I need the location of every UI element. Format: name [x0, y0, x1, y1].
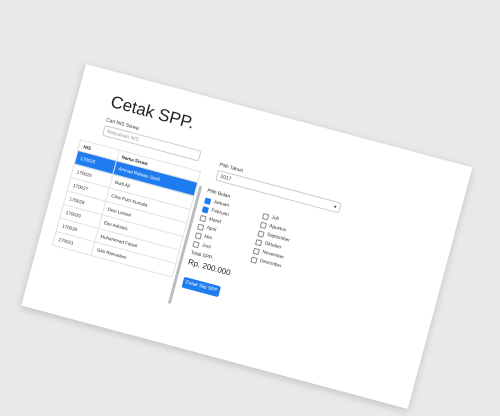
checkbox-icon[interactable]	[192, 240, 200, 248]
checkbox-icon[interactable]	[250, 255, 258, 264]
month-column-2: Juli Agustus September Oktober November Desem…	[250, 211, 295, 272]
checkbox-icon[interactable]	[201, 205, 210, 214]
checkbox-icon[interactable]	[199, 214, 207, 222]
print-spp-panel: Cetak SPP. Cari NIS Siswa Masukkan NIS N…	[21, 64, 473, 410]
checkbox-icon[interactable]	[255, 238, 263, 246]
checkbox-icon[interactable]	[262, 212, 270, 220]
student-table: NIS Nama Siswa 170025 Ahmad Ridwan Syah 17…	[52, 139, 201, 278]
checkbox-icon[interactable]	[259, 221, 268, 229]
year-value: 2017	[219, 173, 232, 183]
month-label-text: Mei	[203, 234, 213, 242]
month-label-text: Juli	[270, 215, 280, 223]
checkbox-icon[interactable]	[204, 197, 212, 205]
checkbox-icon[interactable]	[252, 247, 261, 255]
chevron-down-icon: ▾	[333, 204, 338, 211]
month-label-text: April	[205, 225, 217, 234]
month-column-1: Januari Februari Maret April Mei Juni	[192, 196, 232, 255]
print-slip-button[interactable]: Cetak Slip SPP	[181, 276, 222, 298]
checkbox-icon[interactable]	[257, 229, 265, 238]
checkbox-icon[interactable]	[194, 231, 203, 240]
month-label-text: Juni	[201, 243, 212, 251]
checkbox-icon[interactable]	[197, 223, 205, 231]
year-select[interactable]: 2017 ▾	[215, 169, 342, 214]
